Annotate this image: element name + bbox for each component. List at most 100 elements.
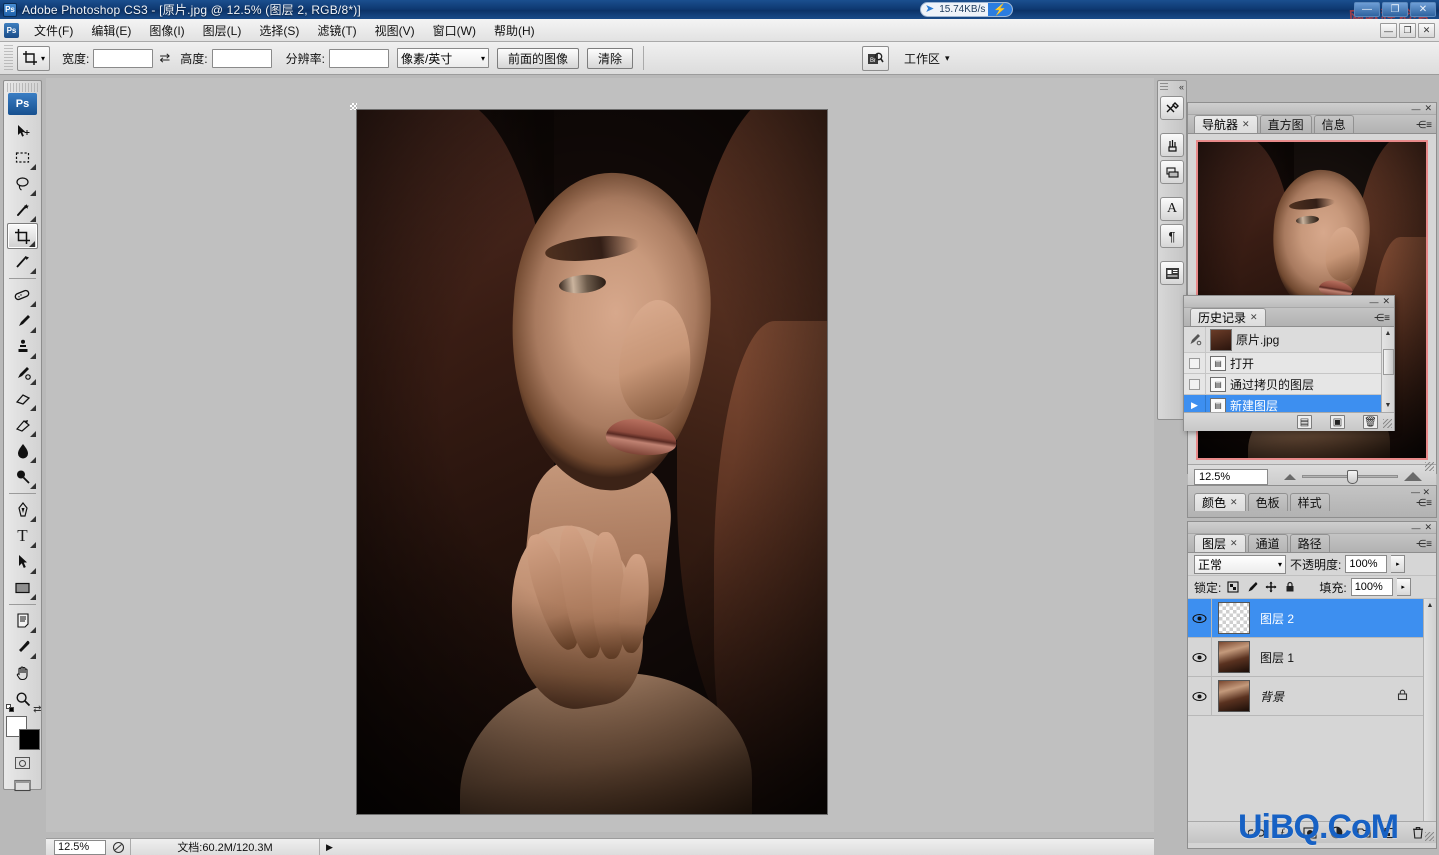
- minimize-icon[interactable]: —: [1411, 523, 1420, 533]
- history-brush-source-icon[interactable]: [1184, 327, 1206, 352]
- close-button[interactable]: ✕: [1410, 2, 1436, 17]
- table-row[interactable]: 背景: [1188, 677, 1436, 716]
- workspace-button[interactable]: 工作区 ▾: [898, 47, 956, 70]
- doc-restore-button[interactable]: ❐: [1399, 23, 1416, 38]
- panel-resize-grip[interactable]: [1425, 462, 1434, 471]
- crop-width-input[interactable]: [93, 48, 154, 68]
- menu-image[interactable]: 图像(I): [140, 19, 193, 42]
- scroll-up-icon[interactable]: ▲: [1424, 599, 1436, 612]
- clear-button[interactable]: 清除: [586, 47, 633, 69]
- marquee-tool[interactable]: [7, 145, 38, 171]
- minimize-icon[interactable]: —: [1369, 297, 1378, 307]
- network-speed-widget[interactable]: ➤ 15.74KB/s ⚡: [920, 2, 1014, 17]
- slice-tool[interactable]: [7, 249, 38, 275]
- doc-close-button[interactable]: ✕: [1418, 23, 1435, 38]
- tab-color[interactable]: 颜色 ✕: [1194, 492, 1246, 511]
- menu-filter[interactable]: 滤镜(T): [308, 19, 365, 42]
- layer-comps-icon[interactable]: [1160, 261, 1184, 285]
- layer-list[interactable]: 图层 2 图层 1 背景 ▲: [1188, 599, 1436, 821]
- crop-tool-icon[interactable]: ▾: [17, 45, 51, 71]
- tab-navigator[interactable]: 导航器 ✕: [1194, 115, 1258, 133]
- new-group-icon[interactable]: [1355, 825, 1372, 841]
- status-menu-arrow[interactable]: ▶: [320, 842, 339, 853]
- layer-thumbnail[interactable]: [1218, 602, 1250, 634]
- tab-paths[interactable]: 路径: [1289, 534, 1330, 552]
- navigator-zoom-field[interactable]: 12.5%: [1194, 468, 1268, 485]
- history-scrollbar[interactable]: ▲ ▼: [1381, 327, 1394, 412]
- background-color-swatch[interactable]: [18, 729, 40, 750]
- close-icon[interactable]: ✕: [1382, 296, 1390, 307]
- fill-stepper[interactable]: ▸: [1396, 578, 1411, 596]
- close-icon[interactable]: ✕: [1242, 119, 1250, 130]
- history-row-selected[interactable]: ▶ ▤ 新建图层: [1184, 395, 1394, 412]
- hand-tool[interactable]: [7, 660, 38, 686]
- clone-stamp-tool[interactable]: [7, 334, 38, 360]
- healing-brush-tool[interactable]: [7, 282, 38, 308]
- path-selection-tool[interactable]: [7, 549, 38, 575]
- menu-file[interactable]: 文件(F): [25, 19, 82, 42]
- opacity-value[interactable]: 100%: [1345, 555, 1388, 573]
- menu-window[interactable]: 窗口(W): [424, 19, 485, 42]
- swap-colors-icon[interactable]: ⇄: [33, 704, 41, 715]
- delete-layer-icon[interactable]: [1409, 825, 1426, 841]
- lock-position-icon[interactable]: [1263, 580, 1278, 595]
- close-icon[interactable]: ✕: [1230, 497, 1238, 508]
- blur-tool[interactable]: [7, 438, 38, 464]
- menu-view[interactable]: 视图(V): [366, 19, 424, 42]
- menu-edit[interactable]: 编辑(E): [82, 19, 140, 42]
- brushes-icon[interactable]: [1160, 133, 1184, 157]
- type-tool[interactable]: T: [7, 523, 38, 549]
- paragraph-icon[interactable]: ¶: [1160, 224, 1184, 248]
- history-snapshot-row[interactable]: 原片.jpg: [1184, 327, 1394, 353]
- history-source-checkbox[interactable]: [1184, 374, 1206, 394]
- scroll-up-icon[interactable]: ▲: [1382, 327, 1394, 340]
- fill-value[interactable]: 100%: [1350, 578, 1393, 596]
- layer-name[interactable]: 背景: [1260, 688, 1284, 705]
- document-workspace[interactable]: [46, 78, 1154, 832]
- brush-tool[interactable]: [7, 308, 38, 334]
- layer-style-icon[interactable]: ƒ: [1274, 825, 1291, 841]
- history-current-marker[interactable]: ▶: [1184, 395, 1206, 412]
- tab-swatches[interactable]: 色板: [1247, 492, 1288, 511]
- history-brush-tool[interactable]: [7, 360, 38, 386]
- quick-mask-toggle[interactable]: [7, 753, 38, 773]
- collapse-dock-button[interactable]: «: [1179, 82, 1184, 92]
- layer-thumbnail[interactable]: [1218, 680, 1250, 712]
- new-layer-icon[interactable]: [1382, 825, 1399, 841]
- history-row[interactable]: ▤ 打开: [1184, 353, 1394, 374]
- panel-menu-icon[interactable]: ⋲≡: [1416, 540, 1432, 550]
- scrollbar-thumb[interactable]: [1383, 349, 1394, 375]
- image-canvas[interactable]: [357, 110, 827, 814]
- layer-name[interactable]: 图层 2: [1260, 610, 1294, 627]
- zoom-out-icon[interactable]: [1284, 473, 1296, 480]
- tab-styles[interactable]: 样式: [1289, 492, 1330, 511]
- lock-transparent-pixels-icon[interactable]: [1225, 580, 1240, 595]
- navigator-zoom-slider[interactable]: [1302, 470, 1398, 484]
- resolution-unit-select[interactable]: 像素/英寸 ▾: [396, 48, 489, 68]
- restore-button[interactable]: ❐: [1382, 2, 1408, 17]
- crop-resolution-input[interactable]: [328, 48, 389, 68]
- crop-height-input[interactable]: [211, 48, 272, 68]
- panel-menu-icon[interactable]: ⋲≡: [1374, 314, 1390, 324]
- eraser-tool[interactable]: [7, 386, 38, 412]
- history-state-list[interactable]: 原片.jpg ▤ 打开 ▤ 通过拷贝的图层 ▶ ▤ 新建图层 ▲ ▼: [1184, 327, 1394, 412]
- tab-history[interactable]: 历史记录 ✕: [1190, 308, 1266, 326]
- tool-presets-icon[interactable]: [1160, 96, 1184, 120]
- new-document-from-state-icon[interactable]: ▤: [1297, 415, 1312, 429]
- table-row[interactable]: 图层 2: [1188, 599, 1436, 638]
- new-snapshot-icon[interactable]: ▣: [1330, 415, 1345, 429]
- blend-mode-select[interactable]: 正常 ▾: [1194, 554, 1286, 574]
- zoom-in-icon[interactable]: [1404, 472, 1422, 481]
- character-icon[interactable]: A: [1160, 197, 1184, 221]
- gradient-tool[interactable]: [7, 412, 38, 438]
- lock-image-pixels-icon[interactable]: [1244, 580, 1259, 595]
- options-bar-grip[interactable]: [4, 45, 13, 71]
- panel-minimize-icon[interactable]: — ✕: [1411, 487, 1430, 498]
- table-row[interactable]: 图层 1: [1188, 638, 1436, 677]
- rectangle-shape-tool[interactable]: [7, 575, 38, 601]
- magic-wand-tool[interactable]: [7, 197, 38, 223]
- layer-visibility-icon[interactable]: [1188, 677, 1212, 715]
- notes-tool[interactable]: [7, 608, 38, 634]
- doc-minimize-button[interactable]: —: [1380, 23, 1397, 38]
- history-row[interactable]: ▤ 通过拷贝的图层: [1184, 374, 1394, 395]
